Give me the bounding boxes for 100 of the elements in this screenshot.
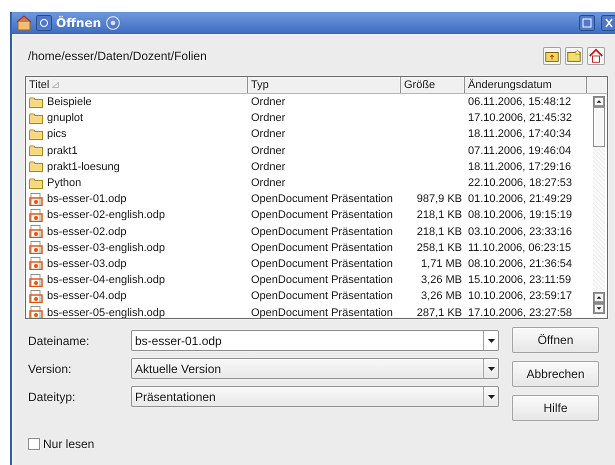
file-row[interactable]: bs-esser-05-english.odp OpenDocument Präsentation 287,1 KB 17.10.2006, 23:27:58	[26, 304, 607, 318]
file-row[interactable]: bs-esser-04.odp OpenDocument Präsentation 3,26 MB 10.10.2006, 23:59:17	[26, 288, 607, 304]
document-icon	[29, 257, 43, 270]
file-date: 10.10.2006, 23:59:17	[467, 290, 573, 302]
file-size: 258,1 KB	[416, 242, 462, 254]
file-row[interactable]: bs-esser-02.odp OpenDocument Präsentation 218,1 KB 03.10.2006, 23:33:16	[26, 224, 607, 240]
file-date: 11.10.2006, 06:23:15	[467, 242, 572, 254]
folder-icon	[29, 128, 43, 141]
file-size: 1,71 MB	[421, 258, 462, 270]
file-date: 18.11.2006, 17:29:16	[467, 160, 572, 173]
file-date: 06.11.2006, 15:48:12	[467, 96, 572, 108]
column-header[interactable]: Titel	[26, 77, 248, 93]
file-row[interactable]: prakt1-loesung Ordner 18.11.2006, 17:29:16	[26, 158, 607, 175]
file-name: bs-esser-01.odp	[47, 193, 126, 206]
file-row[interactable]: bs-esser-03-english.odp OpenDocument Präsentation 258,1 KB 11.10.2006, 06:23:15	[26, 240, 607, 256]
column-header-label: Größe	[404, 79, 436, 91]
scroll-down-icon[interactable]	[593, 303, 605, 314]
document-icon	[29, 290, 43, 303]
dialog-button[interactable]: Öffnen	[512, 327, 599, 353]
file-date: 08.10.2006, 21:36:54	[467, 258, 573, 270]
file-name: bs-esser-03.odp	[47, 258, 126, 270]
column-header[interactable]: Größe	[401, 77, 465, 93]
field-label: Dateiname:	[28, 334, 90, 348]
file-row[interactable]: pics Ordner 18.11.2006, 17:40:34	[26, 126, 607, 143]
file-row[interactable]: bs-esser-02-english.odp OpenDocument Präsentation 218,1 KB 08.10.2006, 19:15:19	[26, 207, 607, 224]
home-icon	[588, 47, 604, 65]
file-type: Ordner	[250, 177, 286, 190]
file-name: prakt1-loesung	[47, 160, 120, 173]
read-only-checkbox[interactable]: Nur lesen	[28, 437, 94, 451]
column-header[interactable]: Änderungsdatum	[465, 77, 587, 93]
folder-icon	[29, 112, 43, 125]
file-type: Ordner	[250, 128, 286, 140]
file-type: Ordner	[250, 160, 286, 173]
file-size: 287,1 KB	[416, 306, 462, 318]
scroll-thumb[interactable]	[593, 107, 605, 147]
file-name: bs-esser-04-english.odp	[47, 274, 166, 286]
column-header[interactable]: Typ	[248, 77, 401, 93]
file-row[interactable]: Python Ordner 22.10.2006, 18:27:53	[26, 174, 607, 192]
field-label: Version:	[28, 362, 72, 376]
file-type: OpenDocument Präsentation	[250, 242, 394, 254]
file-name: gnuplot	[47, 112, 84, 124]
file-type: OpenDocument Präsentation	[250, 193, 394, 206]
column-header-label: Änderungsdatum	[468, 79, 552, 91]
scroll-up-icon[interactable]	[593, 292, 605, 303]
toolbar-button[interactable]	[565, 47, 583, 65]
caret-icon	[488, 394, 494, 398]
file-date: 01.10.2006, 21:49:29	[467, 193, 573, 206]
toolbar-button[interactable]	[587, 47, 605, 65]
window-menu-icon[interactable]	[36, 15, 52, 31]
file-size: 3,26 MB	[421, 290, 462, 302]
document-icon	[29, 274, 43, 287]
path-label: /home/esser/Daten/Dozent/Folien	[28, 49, 208, 63]
dialog-button[interactable]: Abbrechen	[512, 361, 599, 387]
dropdown[interactable]: Aktuelle Version	[131, 358, 499, 379]
file-date: 17.10.2006, 23:27:58	[467, 306, 573, 318]
dropdown[interactable]: Präsentationen	[131, 386, 499, 407]
close-icon[interactable]	[599, 15, 615, 31]
file-size: 3,26 MB	[421, 274, 462, 286]
file-size: 987,9 KB	[416, 193, 462, 206]
document-icon	[29, 208, 43, 222]
file-type: Ordner	[250, 96, 286, 108]
file-row[interactable]: bs-esser-01.odp OpenDocument Präsentation 987,9 KB 01.10.2006, 21:49:29	[26, 191, 607, 208]
file-type: OpenDocument Präsentation	[250, 290, 394, 302]
file-name: bs-esser-04.odp	[47, 290, 126, 302]
file-date: 18.11.2006, 17:40:34	[467, 128, 572, 140]
file-name: Python	[47, 177, 82, 190]
file-size: 218,1 KB	[416, 209, 462, 222]
file-type: Ordner	[250, 144, 286, 157]
home-icon[interactable]	[16, 15, 32, 31]
dialog-button[interactable]: Hilfe	[512, 395, 599, 421]
file-size: 218,1 KB	[416, 226, 462, 238]
folder-icon	[29, 160, 43, 174]
window-title: Öffnen	[56, 16, 102, 30]
filename-combo-field[interactable]: bs-esser-01.odp	[131, 330, 499, 351]
file-date: 15.10.2006, 23:11:59	[467, 274, 572, 286]
file-date: 08.10.2006, 19:15:19	[467, 209, 573, 222]
field-label: Dateityp:	[28, 390, 76, 404]
column-header-label: Titel	[29, 79, 50, 91]
toolbar-button[interactable]	[543, 47, 561, 65]
file-date: 17.10.2006, 21:45:32	[467, 112, 573, 124]
file-type: OpenDocument Präsentation	[250, 274, 394, 286]
file-name: prakt1	[47, 144, 78, 157]
file-date: 03.10.2006, 23:33:16	[467, 226, 573, 238]
file-name: bs-esser-05-english.odp	[47, 306, 166, 318]
maximize-icon[interactable]	[579, 15, 595, 31]
scrollbar[interactable]	[593, 96, 605, 314]
caret-icon	[488, 366, 494, 370]
file-name: pics	[47, 128, 67, 140]
column-header-label: Typ	[251, 79, 269, 91]
file-type: OpenDocument Präsentation	[250, 209, 394, 222]
file-date: 07.11.2006, 19:46:04	[467, 144, 572, 157]
file-row[interactable]: Beispiele Ordner 06.11.2006, 15:48:12	[26, 94, 607, 110]
file-row[interactable]: bs-esser-04-english.odp OpenDocument Präsentation 3,26 MB 15.10.2006, 23:11:59	[26, 272, 607, 288]
file-row[interactable]: bs-esser-03.odp OpenDocument Präsentation 1,71 MB 08.10.2006, 21:36:54	[26, 256, 607, 272]
sort-icon	[52, 82, 60, 88]
file-row[interactable]: prakt1 Ordner 07.11.2006, 19:46:04	[26, 142, 607, 159]
scroll-up-icon[interactable]	[593, 96, 605, 107]
checkbox[interactable]	[28, 438, 40, 450]
file-row[interactable]: gnuplot Ordner 17.10.2006, 21:45:32	[26, 110, 607, 126]
file-name: bs-esser-02-english.odp	[47, 209, 166, 222]
